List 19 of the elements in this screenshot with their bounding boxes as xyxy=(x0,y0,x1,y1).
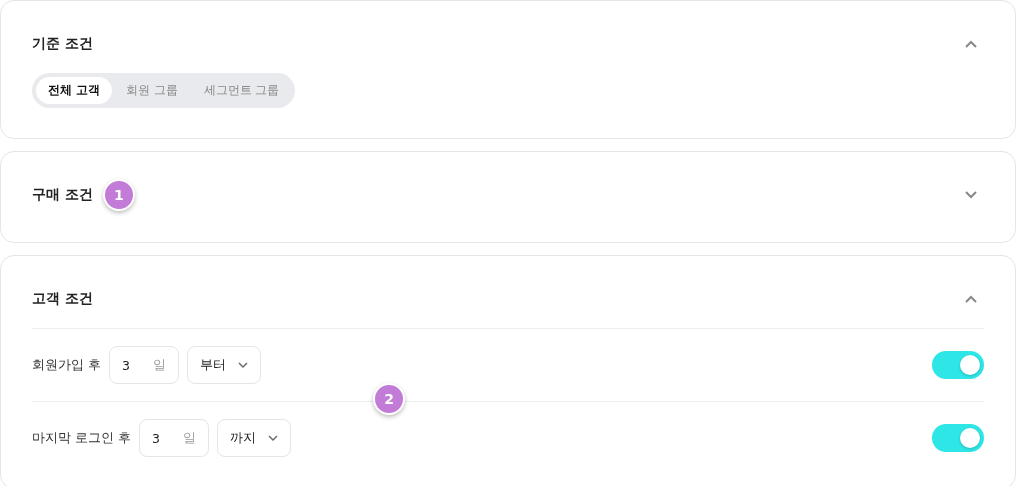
days-input[interactable]: 3 일 xyxy=(109,346,179,384)
range-dropdown[interactable]: 부터 xyxy=(187,346,261,384)
range-dropdown[interactable]: 까지 xyxy=(216,419,291,457)
section-title: 구매 조건 xyxy=(32,186,93,204)
chevron-down-icon xyxy=(267,435,278,441)
annotation-marker: 2 xyxy=(373,383,405,415)
annotation-marker: 1 xyxy=(102,179,135,211)
chevron-up-icon[interactable] xyxy=(964,39,978,49)
toggle-switch[interactable] xyxy=(932,351,984,379)
condition-label: 회원가입 후 xyxy=(32,356,101,374)
days-input[interactable]: 3 일 xyxy=(138,419,209,457)
segment-tab[interactable]: 전체 고객 xyxy=(36,77,112,104)
chevron-up-icon[interactable] xyxy=(964,294,978,304)
condition-label: 마지막 로그인 후 xyxy=(32,429,131,447)
toggle-switch[interactable] xyxy=(932,424,984,452)
chevron-down-icon xyxy=(238,362,248,368)
chevron-down-icon[interactable] xyxy=(964,190,978,200)
section-title: 기준 조건 xyxy=(32,35,93,53)
section-title: 고객 조건 xyxy=(32,290,93,308)
